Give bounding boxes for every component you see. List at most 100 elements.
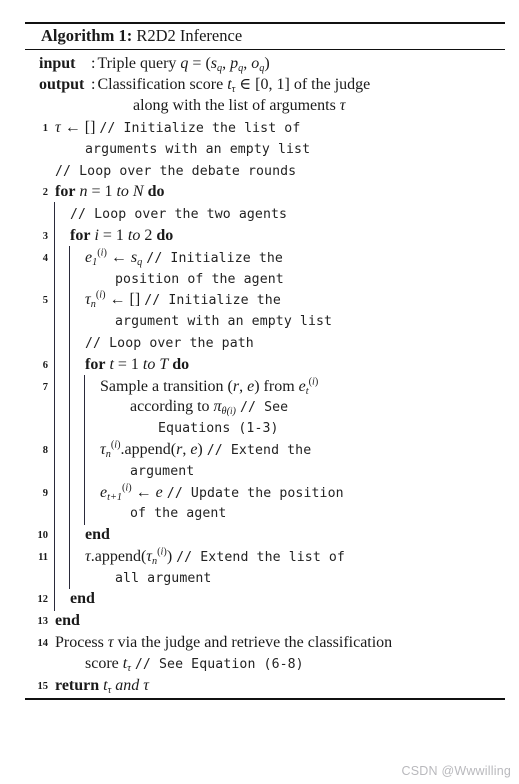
line-code: τn(i).append(r, e) // Extend the argumen…: [100, 439, 312, 479]
inline-comment: // Initialize the list of: [99, 120, 301, 136]
line-code: return tτ and τ: [55, 676, 149, 696]
line-code: τ.append(τn(i)) // Extend the list of al…: [85, 546, 345, 586]
algorithm-comment-line: // Loop over the two agents: [25, 202, 505, 226]
indent-bars: [51, 374, 96, 441]
line-number: 15: [37, 680, 49, 692]
algorithm-line: 5 τn(i) ← [] // Initialize the argument …: [25, 288, 505, 333]
line-code: for n = 1 to N do: [55, 183, 165, 201]
algorithm-title-name: R2D2 Inference: [136, 26, 243, 45]
input-text: Triple query q = (sq, pq, oq): [97, 54, 270, 74]
inline-comment-cont: all argument: [115, 570, 212, 586]
inline-comment: // Extend the list of: [176, 549, 345, 565]
keyword-to: to: [142, 355, 156, 373]
indent-bar: [51, 223, 66, 248]
line-code: for i = 1 to 2 do: [70, 226, 174, 244]
algorithm-line: 11 τ.append(τn(i)) // Extend the list of…: [25, 544, 505, 590]
keyword-to: to: [116, 183, 129, 201]
indent-bars: [51, 437, 96, 483]
algorithm-line: 10 end: [25, 523, 505, 547]
line-number: 2: [42, 187, 48, 199]
line-number: [25, 332, 51, 337]
line-number: 9: [42, 487, 48, 499]
line-code: end: [66, 588, 505, 610]
indent-bars: [51, 544, 81, 590]
algorithm-title-keyword: Algorithm 1:: [41, 26, 133, 45]
indent-bar: [51, 480, 66, 525]
indent-bar: [51, 288, 66, 333]
line-code: et+1(i) ← e // Update the position of th…: [100, 482, 344, 522]
indent-bar: [66, 330, 81, 355]
line-code: τ ← [] // Initialize the list of argumen…: [55, 118, 311, 157]
algorithm-line: 4 e1(i) ← sq // Initialize the position …: [25, 245, 505, 290]
line-code: end: [81, 524, 505, 546]
keyword-for: for: [55, 183, 76, 201]
algorithm-line: 9 et+1(i) ← e // Update the position of …: [25, 480, 505, 525]
algorithm-line: 14 Process τ via the judge and retrieve …: [25, 632, 505, 675]
algorithm-line: 3 for i = 1 to 2 do: [25, 223, 505, 248]
line-number: 1: [42, 122, 48, 134]
line-number: 3: [42, 230, 48, 242]
inline-comment-cont: Equations (1-3): [158, 421, 279, 437]
line-code: // Loop over the path: [81, 332, 505, 354]
inline-comment: // Loop over the path: [85, 335, 254, 351]
inline-comment: // Loop over the debate rounds: [55, 163, 297, 179]
line-number: 6: [42, 359, 48, 371]
indent-bars: [51, 587, 66, 612]
line-number: 4: [42, 252, 48, 264]
algorithm-line: 2 for n = 1 to N do: [25, 181, 505, 203]
output-text: Classification score tτ ∈ [0, 1] of the …: [97, 75, 371, 95]
line-code: end: [51, 610, 505, 632]
line-code: Process τ via the judge and retrieve the…: [55, 634, 393, 674]
indent-bar: [51, 374, 66, 441]
algorithm-line: 6 for t = 1 to T do: [25, 352, 505, 377]
indent-bar: [51, 437, 66, 483]
indent-bar: [51, 352, 66, 377]
line-number: 8: [42, 444, 48, 456]
algorithm-block: Algorithm 1: R2D2 Inference input : Trip…: [25, 22, 505, 701]
indent-bar: [51, 330, 66, 355]
keyword-return: return: [55, 676, 100, 694]
indent-bar: [66, 245, 81, 290]
input-row: input : Triple query q = (sq, pq, oq): [25, 53, 505, 74]
inline-comment: // Extend the: [206, 442, 312, 458]
line-code: e1(i) ← sq // Initialize the position of…: [85, 247, 284, 287]
algorithm-line: 12 end: [25, 587, 505, 612]
algorithm-title: Algorithm 1: R2D2 Inference: [25, 24, 505, 49]
indent-bars: [51, 223, 66, 248]
algorithm-comment-line: // Loop over the debate rounds: [25, 160, 505, 182]
indent-bar: [66, 523, 81, 547]
indent-bars: [51, 245, 81, 290]
input-label: input: [39, 54, 76, 72]
indent-bar: [81, 374, 96, 441]
keyword-do: do: [172, 355, 190, 373]
output-label: output: [39, 75, 85, 93]
line-number: 13: [37, 616, 49, 628]
line-number: 14: [37, 638, 49, 650]
inline-comment: // Initialize the: [144, 293, 281, 309]
algorithm-line: 7 Sample a transition (r, e) from et(i) …: [25, 374, 505, 441]
line-code: Sample a transition (r, e) from et(i) ac…: [100, 376, 319, 437]
inline-comment: // See: [239, 400, 289, 416]
indent-bar: [51, 523, 66, 547]
keyword-for: for: [85, 355, 106, 373]
algorithm-line: 1 τ ← [] // Initialize the list of argum…: [25, 117, 505, 160]
indent-bar: [66, 480, 81, 525]
line-number: 7: [42, 381, 48, 393]
inline-comment: // Update the position: [166, 485, 344, 501]
line-code: // Loop over the two agents: [66, 203, 505, 225]
inline-comment: // See Equation (6-8): [134, 656, 304, 672]
line-number: [25, 203, 51, 208]
inline-comment-cont: argument: [130, 463, 195, 479]
algorithm-line: 13 end: [25, 610, 505, 632]
indent-bar: [66, 437, 81, 483]
output-text-continued: along with the list of arguments τ: [133, 96, 346, 114]
output-row: output : Classification score tτ ∈ [0, 1…: [25, 74, 505, 95]
indent-bars: [51, 288, 81, 333]
line-number: 10: [37, 530, 49, 542]
indent-bar: [66, 374, 81, 441]
inline-comment: // Initialize the: [146, 250, 283, 266]
indent-bars: [51, 352, 81, 377]
line-number: [25, 160, 51, 165]
indent-bar: [81, 437, 96, 483]
inline-comment-cont: of the agent: [130, 506, 227, 522]
